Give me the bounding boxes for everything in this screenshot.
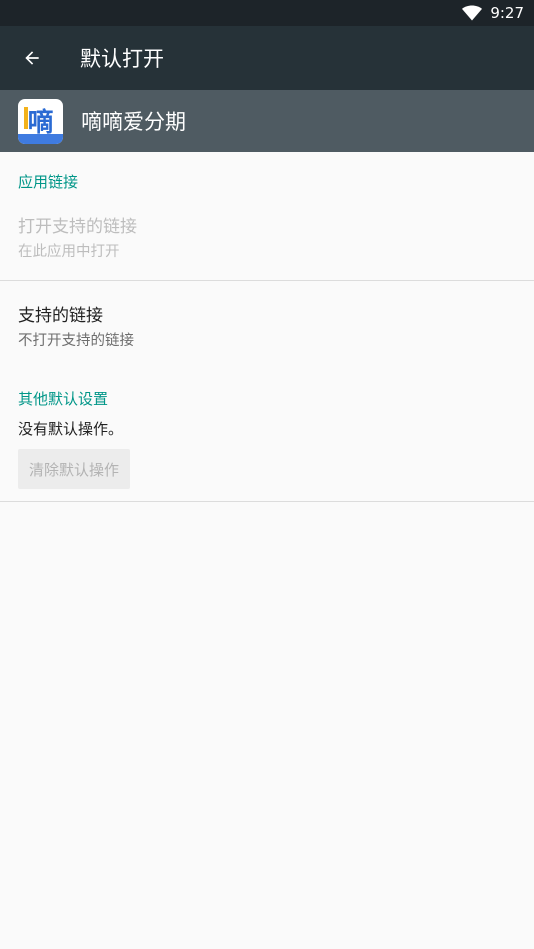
no-defaults-message: 没有默认操作。 [0,418,534,439]
pref-summary: 不打开支持的链接 [18,333,134,349]
app-header: 嘀 嘀嘀爱分期 [0,90,534,152]
divider [0,501,534,502]
app-name: 嘀嘀爱分期 [81,110,186,134]
message-text: 没有默认操作。 [18,420,124,438]
status-bar: 9:27 [0,0,534,26]
section-header-other-defaults: 其他默认设置 [18,390,109,408]
section-header-app-links: 应用链接 [18,173,79,191]
back-button[interactable] [0,26,64,90]
pref-summary: 在此应用中打开 [18,244,120,260]
wifi-icon [462,5,483,21]
page-title: 默认打开 [80,47,164,71]
status-time: 9:27 [490,4,524,22]
toolbar: 默认打开 [0,26,534,90]
clear-defaults-button[interactable]: 清除默认操作 [18,449,130,489]
app-icon: 嘀 [18,98,63,144]
app-icon-strip [18,133,63,144]
arrow-back-icon [25,51,39,65]
pref-title: 打开支持的链接 [18,217,137,237]
supported-links-pref[interactable]: 支持的链接 不打开支持的链接 [0,301,534,350]
pref-title: 支持的链接 [18,306,103,326]
open-supported-links-pref[interactable]: 打开支持的链接 在此应用中打开 [0,212,534,261]
